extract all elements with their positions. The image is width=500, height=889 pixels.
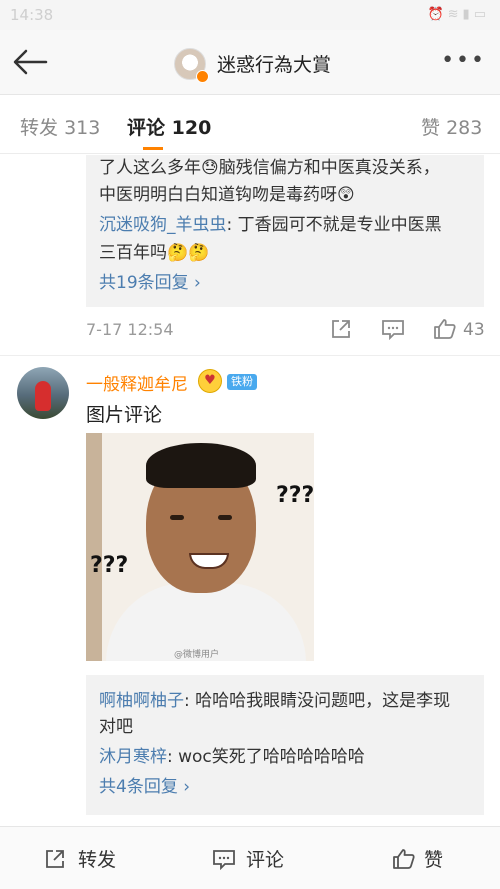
back-button[interactable] [12,48,48,76]
like-label: 赞 [424,849,444,871]
back-arrow-icon [13,49,48,75]
repost-button[interactable]: 转发 [44,845,116,872]
reply-author-link[interactable]: 沉迷吸狗_羊虫虫 [99,215,227,235]
status-bar: 14:38 ⏰≋▮▭ [0,0,500,30]
reply-text-line: 对吧 [99,717,133,737]
share-icon [46,850,64,868]
reply-item: 啊柚啊柚子: 哈哈哈我眼睛没问题吧，这是李现 [99,687,450,715]
reply-preview-box[interactable]: 了人这么多年😓脑残信偏方和中医真没关系， 中医明明白白知道钩吻是毒药呀😲 沉迷吸… [86,155,484,307]
comment-timestamp: 7-17 12:54 [86,320,174,339]
battery-icon: ▭ [473,7,490,22]
fan-badge: 铁粉 [227,374,257,390]
fan-emoji-icon: ♥ [198,369,222,393]
signal-icon: ▮ [462,7,474,22]
comment-icon [213,850,235,871]
reply-text: : 哈哈哈我眼睛没问题吧，这是李现 [184,691,451,711]
tab-repost-count: 313 [64,117,101,139]
repost-label: 转发 [78,849,117,871]
comment-icon[interactable] [381,318,405,345]
tab-comments-count: 120 [171,117,212,139]
nav-bar: 迷惑行為大賞 ••• [0,30,500,95]
alarm-icon: ⏰ [427,7,448,22]
status-time: 14:38 [10,6,54,24]
more-menu-button[interactable]: ••• [441,48,486,73]
commenter-avatar[interactable] [17,367,69,419]
image-question-marks: ??? [276,483,314,508]
reply-item: 沐月寒梓: woc笑死了哈哈哈哈哈哈 [99,743,365,771]
tab-comments-label: 评论 [127,117,166,139]
reply-text: : woc笑死了哈哈哈哈哈哈 [167,747,365,767]
image-question-marks: ??? [90,553,129,578]
reply-preview-box[interactable]: 啊柚啊柚子: 哈哈哈我眼睛没问题吧，这是李现 对吧 沐月寒梓: woc笑死了哈哈… [86,675,484,815]
image-watermark: @微博用户 [174,650,220,660]
status-icons: ⏰≋▮▭ [427,7,490,22]
active-tab-indicator [143,147,163,150]
reply-item: 沉迷吸狗_羊虫虫: 丁香园可不就是专业中医黑 [99,211,442,239]
reply-text-line: 中医明明白白知道钩吻是毒药呀😲 [99,185,355,205]
reply-author-link[interactable]: 啊柚啊柚子 [99,691,184,711]
like-count: 43 [463,320,485,340]
reply-text-line: 了人这么多年😓脑残信偏方和中医真没关系， [99,158,440,178]
tab-bar: 转发 313 评论 120 赞 283 [0,95,500,154]
tab-likes-label: 赞 [421,117,441,139]
tab-likes-count: 283 [446,117,483,139]
commenter-name[interactable]: 一般释迦牟尼 [86,370,188,395]
like-icon[interactable] [433,317,457,346]
comment-text: 图片评论 [86,404,163,426]
reply-author-link[interactable]: 沐月寒梓 [99,747,167,767]
verified-badge-icon [196,70,209,83]
tab-comments[interactable]: 评论 120 [127,113,211,140]
tab-repost[interactable]: 转发 313 [20,113,100,140]
comment-label: 评论 [246,849,285,871]
tab-likes[interactable]: 赞 283 [421,113,482,140]
view-all-replies-link[interactable]: 共19条回复 › [99,269,201,297]
comment-divider [0,355,500,356]
view-all-replies-link[interactable]: 共4条回复 › [99,773,190,801]
wifi-icon: ≋ [447,7,463,22]
like-icon [393,849,415,869]
comment-button[interactable]: 评论 [212,845,284,872]
tab-repost-label: 转发 [20,117,59,139]
comment-image[interactable]: ??? ??? @微博用户 [86,433,314,661]
page-title: 迷惑行為大賞 [217,54,332,76]
reply-text: : 丁香园可不就是专业中医黑 [226,215,442,235]
share-icon[interactable] [330,318,352,345]
bottom-action-bar: 转发 评论 赞 [0,826,500,889]
reply-text-line: 三百年吗🤔🤔 [99,243,210,263]
like-button[interactable]: 赞 [392,845,443,872]
